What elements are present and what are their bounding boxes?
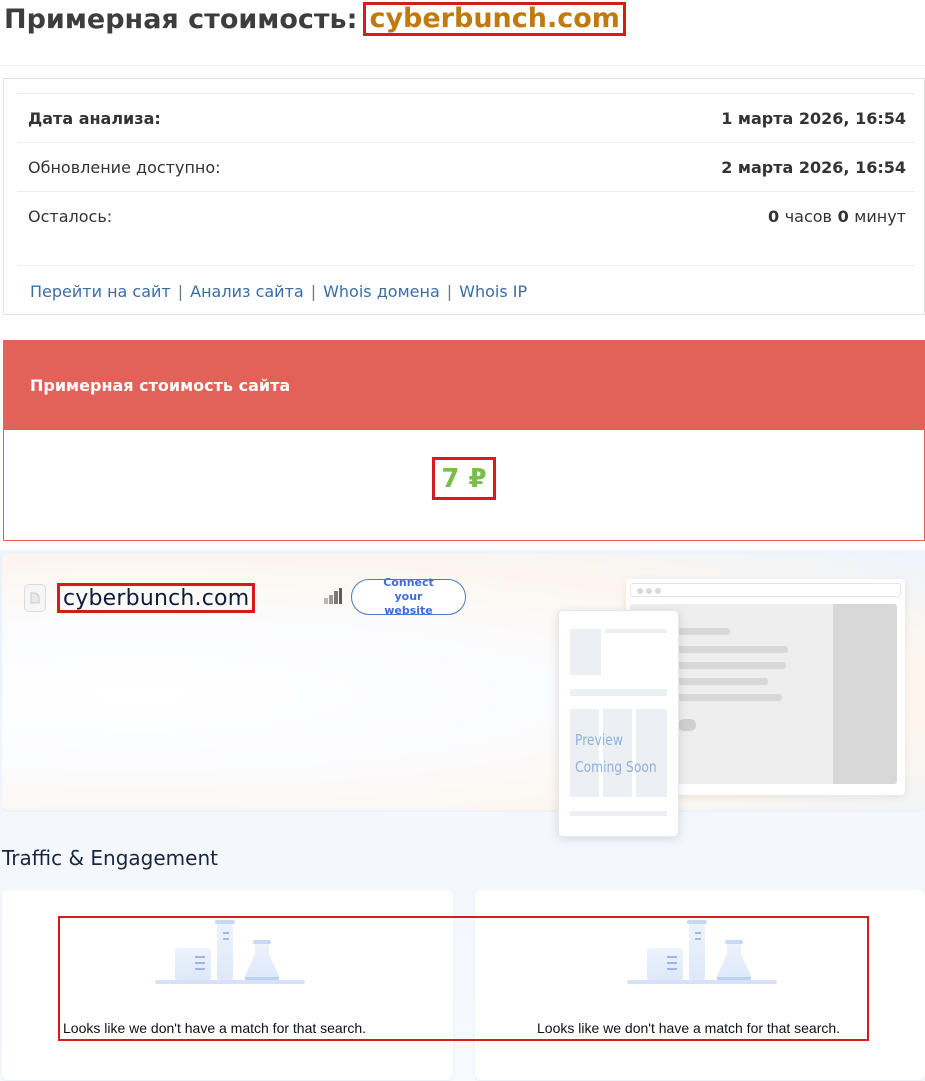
link-separator: | <box>310 281 317 301</box>
empty-results-illustration-icon <box>627 920 777 984</box>
rank-bars-icon <box>324 588 342 604</box>
no-match-message: Looks like we don't have a match for tha… <box>537 1020 841 1036</box>
no-match-message: Looks like we don't have a match for tha… <box>63 1020 367 1036</box>
update-available-label: Обновление доступно: <box>28 157 221 177</box>
update-available-value: 2 марта 2026, 16:54 <box>721 157 906 177</box>
time-remaining-label: Осталось: <box>28 206 113 226</box>
empty-results-illustration-icon <box>155 920 305 984</box>
mockup-line <box>678 678 768 685</box>
preview-coming-soon-text: Preview Coming Soon <box>575 727 657 781</box>
similarweb-widget: cyberbunch.com Connect your website Prev… <box>0 550 925 1081</box>
mockup-line <box>678 662 786 669</box>
mockup-block <box>570 689 667 696</box>
traffic-card-right: Looks like we don't have a match for tha… <box>475 890 925 1080</box>
title-divider <box>0 65 925 66</box>
mockup-browser-bar <box>630 583 901 597</box>
links-divider <box>17 265 914 266</box>
connect-website-button[interactable]: Connect your website <box>351 576 466 617</box>
traffic-engagement-title: Traffic & Engagement <box>2 846 218 870</box>
traffic-card-left: Looks like we don't have a match for tha… <box>2 890 453 1080</box>
mockup-block <box>605 629 667 633</box>
mockup-line <box>678 646 788 653</box>
site-value-heading: Примерная стоимость сайта <box>4 341 924 430</box>
similarweb-site-card: cyberbunch.com Connect your website Prev… <box>2 554 925 837</box>
go-to-site-link[interactable]: Перейти на сайт <box>30 282 171 301</box>
page-title-domain: cyberbunch.com <box>363 2 626 36</box>
hours-count: 0 <box>767 206 780 226</box>
hours-unit: часов <box>784 206 832 226</box>
link-separator: | <box>177 281 184 301</box>
page-title: Примерная стоимость: cyberbunch.com <box>4 0 626 38</box>
ip-whois-link[interactable]: Whois IP <box>459 282 527 301</box>
preview-line-1: Preview <box>575 731 623 749</box>
domain-whois-link[interactable]: Whois домена <box>323 282 440 301</box>
mockup-line <box>678 628 730 635</box>
minutes-count: 0 <box>837 206 849 226</box>
site-value-amount: 7 ₽ <box>432 457 496 500</box>
similarweb-domain[interactable]: cyberbunch.com <box>57 583 256 613</box>
analysis-date-label: Дата анализа: <box>28 108 161 128</box>
mockup-block <box>570 811 667 816</box>
analysis-date-row: Дата анализа: 1 марта 2026, 16:54 <box>17 93 914 142</box>
mockup-sidebar <box>833 604 897 784</box>
mobile-preview-mockup: Preview Coming Soon <box>558 610 679 837</box>
mockup-dot <box>655 588 661 594</box>
mockup-dot <box>646 588 652 594</box>
analysis-info-panel: Дата анализа: 1 марта 2026, 16:54 Обновл… <box>3 78 925 315</box>
site-links-bar: Перейти на сайт | Анализ сайта | Whois д… <box>30 279 527 303</box>
link-separator: | <box>446 281 453 301</box>
mockup-block <box>570 629 601 675</box>
minutes-unit: минут <box>854 206 906 226</box>
mockup-line <box>678 694 782 701</box>
update-available-row: Обновление доступно: 2 марта 2026, 16:54 <box>17 142 914 191</box>
page-title-prefix: Примерная стоимость: <box>4 3 358 35</box>
favicon-placeholder-icon <box>24 584 46 612</box>
site-analysis-link[interactable]: Анализ сайта <box>190 282 304 301</box>
mockup-dot <box>637 588 643 594</box>
analysis-date-value: 1 марта 2026, 16:54 <box>721 108 906 128</box>
mockup-pill <box>678 719 696 731</box>
time-remaining-row: Осталось: 0 часов 0 минут <box>17 191 914 240</box>
connect-website-label: Connect your website <box>383 576 434 617</box>
preview-line-2: Coming Soon <box>575 758 657 776</box>
time-remaining-value: 0 часов 0 минут <box>768 207 906 226</box>
site-value-panel: Примерная стоимость сайта 7 ₽ <box>3 340 925 541</box>
